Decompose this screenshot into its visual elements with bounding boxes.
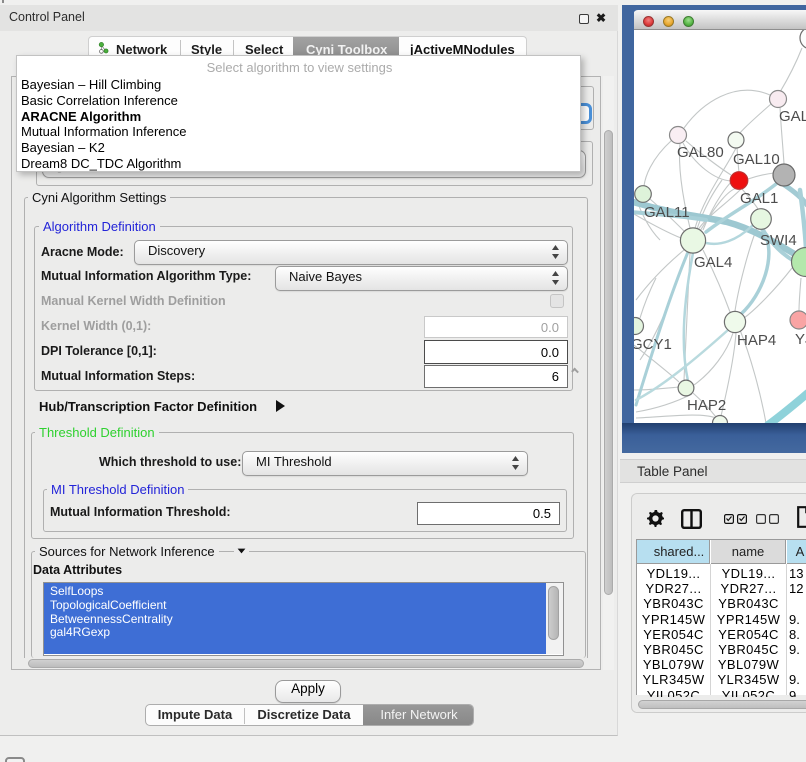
svg-text:SWI4: SWI4: [760, 232, 797, 249]
svg-text:GAL4: GAL4: [694, 254, 732, 271]
svg-text:GAL10: GAL10: [733, 151, 780, 168]
svg-text:GAL1: GAL1: [740, 190, 778, 207]
svg-text:GCY1: GCY1: [634, 336, 672, 353]
svg-text:GAL80: GAL80: [677, 144, 724, 161]
svg-text:HAP2: HAP2: [687, 397, 726, 414]
svg-text:GAL11: GAL11: [644, 204, 690, 221]
svg-text:GAL2: GAL2: [779, 108, 806, 125]
svg-text:YJ: YJ: [795, 331, 806, 348]
svg-text:HAP4: HAP4: [737, 332, 776, 349]
